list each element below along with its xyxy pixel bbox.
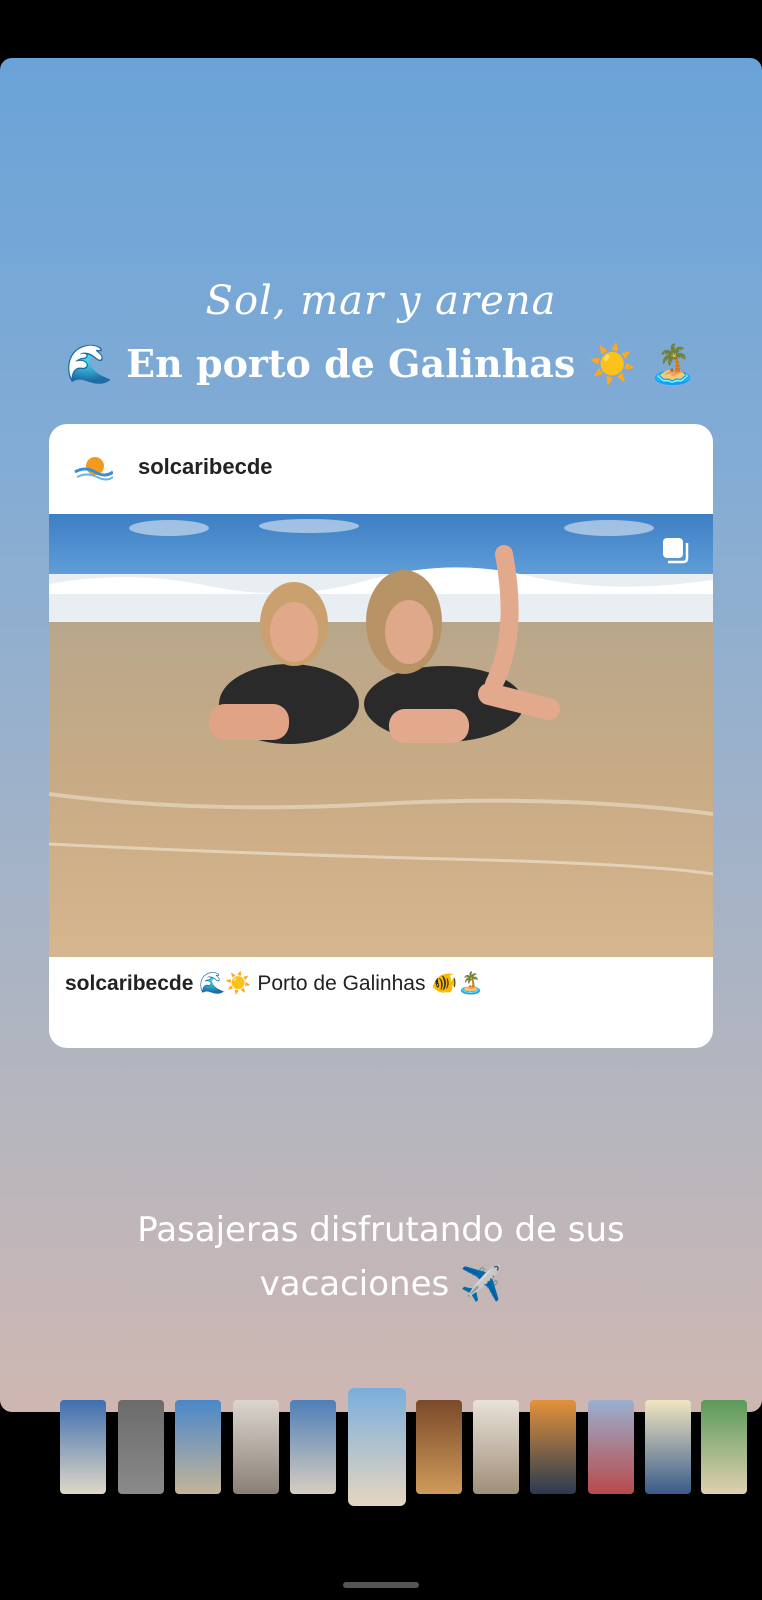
post-username[interactable]: solcaribecde — [138, 454, 273, 480]
bottom-text-line1: Pasajeras disfrutando de sus — [137, 1210, 625, 1250]
story-thumbnail[interactable] — [701, 1400, 747, 1494]
story-thumbnail[interactable] — [290, 1400, 336, 1494]
story-title-line1: Sol, mar y arena — [205, 278, 557, 324]
story-thumbnail[interactable] — [348, 1388, 406, 1506]
story-thumbnail[interactable] — [233, 1400, 279, 1494]
post-header[interactable]: solcaribecde — [49, 424, 713, 514]
story-frame[interactable]: Sol, mar y arena 🌊 En porto de Galinhas … — [0, 58, 762, 1412]
story-thumbnail[interactable] — [588, 1400, 634, 1494]
shared-post-card[interactable]: solcaribecde solcaribecde 🌊☀️ Porto de G… — [49, 424, 713, 1048]
story-bottom-text: Pasajeras disfrutando de sus vacaciones … — [0, 1203, 762, 1311]
story-title-line2: 🌊 En porto de Galinhas ☀️ 🏝️ — [65, 341, 697, 386]
story-thumbnail[interactable] — [645, 1400, 691, 1494]
story-thumbnail-strip — [0, 1388, 762, 1508]
story-thumbnail[interactable] — [473, 1400, 519, 1494]
caption-text: 🌊☀️ Porto de Galinhas 🐠🏝️ — [193, 972, 484, 995]
home-indicator[interactable] — [343, 1582, 419, 1588]
carousel-icon — [661, 536, 691, 566]
story-thumbnail[interactable] — [60, 1400, 106, 1494]
post-photo[interactable] — [49, 514, 713, 957]
story-thumbnail[interactable] — [118, 1400, 164, 1494]
bottom-text-line2: vacaciones ✈️ — [259, 1264, 503, 1304]
story-thumbnail[interactable] — [530, 1400, 576, 1494]
caption-username[interactable]: solcaribecde — [65, 972, 193, 995]
post-caption: solcaribecde 🌊☀️ Porto de Galinhas 🐠🏝️ — [65, 972, 484, 996]
avatar[interactable] — [73, 448, 114, 488]
story-thumbnail[interactable] — [416, 1400, 462, 1494]
story-thumbnail[interactable] — [175, 1400, 221, 1494]
